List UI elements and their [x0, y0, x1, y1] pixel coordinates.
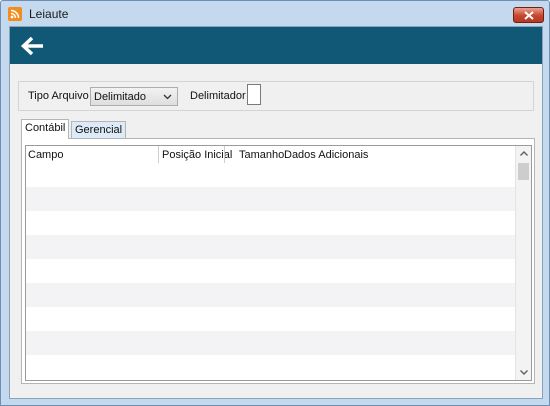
chevron-up-icon: [520, 151, 528, 156]
tab-panel-contabil: Campo Posição Inicial Tamanho Dados Adic…: [21, 138, 535, 384]
table-row[interactable]: [26, 307, 515, 331]
column-header-tamanho[interactable]: Tamanho: [239, 149, 284, 161]
layout-grid[interactable]: Campo Posição Inicial Tamanho Dados Adic…: [25, 145, 532, 381]
title-bar[interactable]: Leiaute: [1, 1, 549, 26]
tab-gerencial[interactable]: Gerencial: [71, 121, 127, 138]
chevron-down-icon: [520, 370, 528, 375]
table-row[interactable]: [26, 331, 515, 355]
tipo-arquivo-label: Tipo Arquivo: [28, 90, 89, 102]
table-row[interactable]: [26, 187, 515, 211]
scroll-down-button[interactable]: [516, 364, 531, 380]
tab-contabil[interactable]: Contábil: [21, 119, 70, 139]
close-icon: [524, 11, 534, 20]
table-row[interactable]: [26, 211, 515, 235]
column-header-dados-adicionais[interactable]: Dados Adicionais: [284, 149, 368, 161]
table-row[interactable]: [26, 163, 515, 187]
arrow-left-icon: [20, 36, 43, 56]
table-row[interactable]: [26, 235, 515, 259]
close-button[interactable]: [513, 7, 544, 23]
column-divider[interactable]: [224, 146, 225, 163]
grid-rows: [26, 163, 515, 379]
delimitador-input[interactable]: [247, 84, 261, 105]
column-header-posicao-inicial[interactable]: Posição Inicial: [162, 149, 232, 161]
scroll-thumb[interactable]: [518, 163, 529, 180]
table-row[interactable]: [26, 355, 515, 379]
window-title: Leiaute: [29, 7, 69, 21]
delimitador-label: Delimitador: [190, 90, 246, 102]
chevron-down-icon: [163, 94, 172, 100]
back-button[interactable]: [20, 36, 46, 56]
app-rss-icon: [8, 7, 22, 21]
grid-header: Campo Posição Inicial Tamanho Dados Adic…: [26, 146, 515, 163]
header-banner: [10, 27, 542, 64]
main-window: Leiaute Tipo Arquivo Delimitado Delimita…: [0, 0, 550, 406]
table-row[interactable]: [26, 283, 515, 307]
file-settings-group: Tipo Arquivo Delimitado Delimitador: [18, 81, 534, 111]
table-row[interactable]: [26, 259, 515, 283]
column-divider[interactable]: [158, 146, 159, 163]
client-area: Tipo Arquivo Delimitado Delimitador Cont…: [9, 26, 543, 399]
scroll-up-button[interactable]: [516, 146, 531, 162]
column-header-campo[interactable]: Campo: [28, 149, 63, 161]
tipo-arquivo-value: Delimitado: [94, 91, 146, 103]
tipo-arquivo-select[interactable]: Delimitado: [90, 87, 178, 106]
vertical-scrollbar[interactable]: [515, 146, 531, 380]
